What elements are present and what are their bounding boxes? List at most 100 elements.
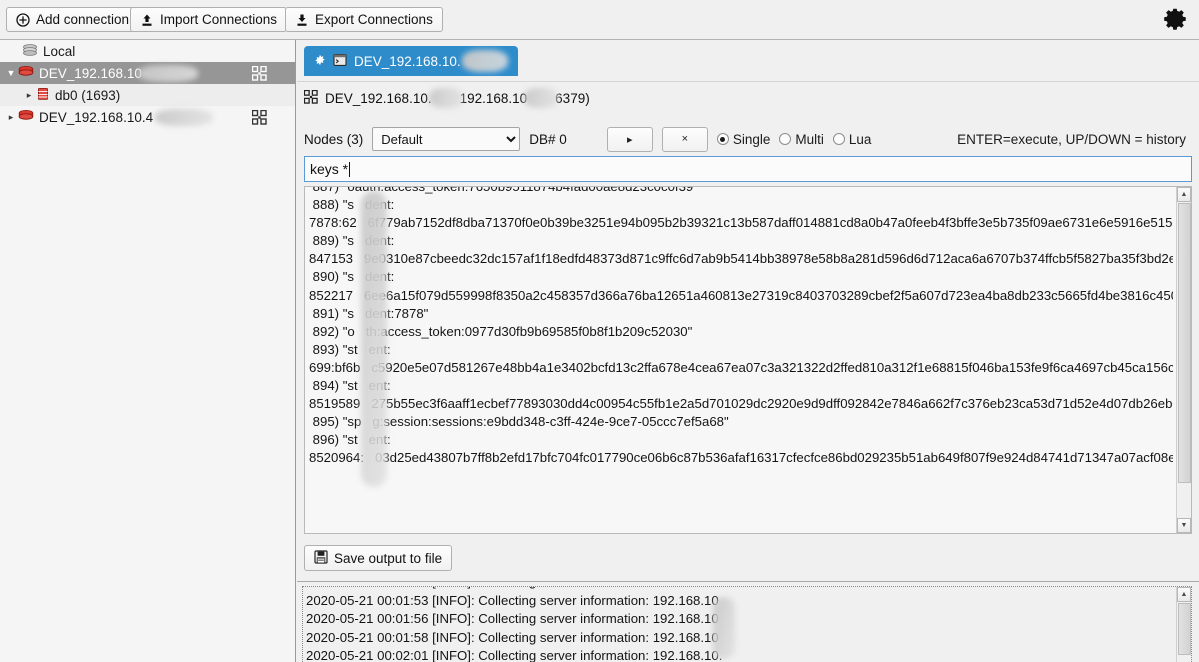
nodes-label: Nodes (3): [304, 131, 364, 147]
sidebar-empty-area: [0, 128, 295, 662]
mode-single[interactable]: Single: [716, 131, 771, 147]
upload-icon: [140, 13, 154, 27]
redacted-region: [461, 50, 508, 72]
redis-db-icon: [18, 65, 34, 82]
log-text: 2020-05-21 00:01:51 [INFO]: Collecting s…: [306, 587, 723, 662]
output-line: 895) "sp g:session:sessions:e9bdd348-c3f…: [309, 414, 729, 430]
scrollbar-thumb[interactable]: [1178, 203, 1191, 483]
export-connections-button[interactable]: Export Connections: [285, 7, 443, 32]
redis-db-icon: [18, 109, 34, 126]
save-output-label: Save output to file: [334, 550, 443, 566]
mode-lua[interactable]: Lua: [832, 131, 872, 147]
sidebar-item-label: db0 (1693): [55, 87, 121, 103]
scroll-down-icon[interactable]: ▼: [1177, 518, 1191, 533]
command-output-area[interactable]: 887) "oauth.access_token:7650b9511874b4f…: [304, 186, 1192, 534]
cluster-grid-icon[interactable]: [251, 109, 267, 128]
db-number-label: DB# 0: [529, 131, 567, 147]
save-output-button[interactable]: Save output to file: [304, 545, 453, 571]
radio-multi-icon[interactable]: [779, 133, 792, 145]
command-toolbar: Nodes (3) Default DB# 0 ▸ × Single Multi…: [304, 125, 1192, 153]
scroll-up-icon[interactable]: ▲: [1177, 187, 1191, 202]
output-scrollbar[interactable]: ▲ ▼: [1176, 187, 1191, 533]
add-connection-button[interactable]: Add connection: [6, 7, 140, 32]
redacted-region: [713, 597, 735, 659]
db-icon: [36, 87, 50, 104]
connections-sidebar[interactable]: Local ▼ DEV_192.168.10 ▸ db0 (1693) ▸ DE…: [0, 40, 296, 662]
floppy-disk-icon: [314, 549, 328, 567]
mode-single-label: Single: [732, 131, 771, 147]
output-line: 887) "oauth.access_token:7650b9511874b4f…: [309, 186, 694, 194]
mode-multi[interactable]: Multi: [779, 132, 824, 147]
sidebar-item-dev-192-168-10-4[interactable]: ▸ DEV_192.168.10.4: [0, 106, 295, 128]
output-line: 891) "s dent:7878": [312, 305, 429, 321]
chevron-right-icon[interactable]: ▸: [4, 112, 18, 123]
sidebar-item-local[interactable]: Local: [0, 40, 295, 62]
mode-multi-label: Multi: [795, 131, 824, 147]
log-panel[interactable]: 2020-05-21 00:01:51 [INFO]: Collecting s…: [302, 586, 1192, 662]
chevron-down-icon[interactable]: ▼: [4, 68, 18, 78]
log-line: 2020-05-21 00:01:51 [INFO]: Collecting s…: [306, 587, 722, 592]
output-line: 888) "s dent:: [309, 197, 395, 213]
command-input[interactable]: keys *: [304, 156, 1192, 182]
console-icon: [333, 53, 347, 70]
download-icon: [295, 13, 309, 27]
output-line: 892) "o th:access_token:0977d30fb9b69585…: [309, 323, 693, 339]
text-caret: [349, 161, 351, 177]
sidebar-item-label: DEV_192.168.10.4: [39, 109, 154, 125]
command-input-value: keys *: [310, 161, 349, 177]
output-line: 699:bf6b c5920e5e07d581267e48bb4a1e3402b…: [309, 359, 1173, 375]
redacted-region: [428, 88, 463, 108]
output-line: 889) "s dent:: [309, 233, 395, 249]
log-line: 2020-05-21 00:01:56 [INFO]: Collecting s…: [306, 611, 719, 627]
connection-host-part: 192.168.10: [459, 90, 528, 106]
redacted-region: [524, 88, 559, 108]
settings-button[interactable]: [1161, 5, 1191, 35]
log-line: 2020-05-21 00:02:01 [INFO]: Collecting s…: [306, 648, 723, 662]
connection-info-line: DEV_192.168.10. 192.168.10 6379): [303, 88, 590, 108]
output-line: 847153 9e0310e87cbeedc32dc157af1f18edfd4…: [309, 251, 1173, 267]
output-line: 896) "st ent:: [309, 432, 391, 448]
application-window: Add connection Import Connections Export…: [0, 0, 1199, 662]
sidebar-item-label: Local: [43, 43, 76, 59]
connection-name-part1: DEV_192.168.10.: [325, 90, 432, 106]
redacted-region: [155, 108, 214, 126]
scroll-up-icon[interactable]: ▲: [1177, 587, 1191, 602]
log-scrollbar[interactable]: ▲ ▼: [1176, 587, 1191, 662]
output-line: 894) "st ent:: [309, 378, 391, 394]
clear-button[interactable]: ×: [661, 126, 708, 152]
gear-icon: [1163, 6, 1189, 35]
output-line: 8519589 275b55ec3f6aaff1ecbef77893030dd4…: [309, 396, 1173, 412]
node-select[interactable]: Default: [372, 127, 521, 151]
sidebar-item-label: DEV_192.168.10: [39, 65, 142, 81]
execute-button[interactable]: ▸: [606, 126, 653, 152]
import-connections-button[interactable]: Import Connections: [130, 7, 288, 32]
output-line: 8520964: 03d25ed43807b7ff8b2efd17bfc704f…: [309, 450, 1173, 466]
tab-console-dev[interactable]: DEV_192.168.10.: [304, 46, 518, 76]
log-line: 2020-05-21 00:01:53 [INFO]: Collecting s…: [306, 592, 719, 608]
main-toolbar: Add connection Import Connections Export…: [0, 0, 1199, 40]
connection-port-part: 6379): [555, 90, 590, 106]
tab-label: DEV_192.168.10.: [354, 53, 461, 69]
scrollbar-thumb[interactable]: [1178, 603, 1191, 655]
cluster-grid-icon[interactable]: [251, 65, 267, 84]
mode-lua-label: Lua: [848, 131, 872, 147]
output-line: 7878:62 6f779ab7152df8dba71370f0e0b39be3…: [309, 215, 1173, 231]
redacted-region: [137, 64, 198, 82]
sidebar-item-dev-192-168-10[interactable]: ▼ DEV_192.168.10: [0, 62, 295, 84]
radio-lua-icon[interactable]: [832, 133, 845, 145]
radio-single-icon[interactable]: [716, 133, 729, 145]
sidebar-item-db0[interactable]: ▸ db0 (1693): [0, 84, 295, 106]
log-line: 2020-05-21 00:01:58 [INFO]: Collecting s…: [306, 629, 719, 645]
output-text: 887) "oauth.access_token:7650b9511874b4f…: [309, 186, 1173, 468]
add-connection-label: Add connection: [36, 12, 130, 27]
export-connections-label: Export Connections: [315, 12, 433, 27]
chevron-right-icon[interactable]: ▸: [22, 90, 36, 101]
output-line: 893) "st ent:: [309, 341, 391, 357]
cluster-grid-icon: [303, 89, 318, 107]
keyboard-hint-text: ENTER=execute, UP/DOWN = history: [957, 131, 1186, 147]
tab-strip: DEV_192.168.10.: [297, 40, 1199, 82]
close-icon[interactable]: [314, 54, 326, 69]
output-line: 852217 6ee6a15f079d559998f8350a2c458357d…: [309, 287, 1173, 303]
main-content-pane: DEV_192.168.10. DEV_192.168.10. 192.168.…: [297, 40, 1199, 662]
output-line: 890) "s dent:: [309, 269, 395, 285]
